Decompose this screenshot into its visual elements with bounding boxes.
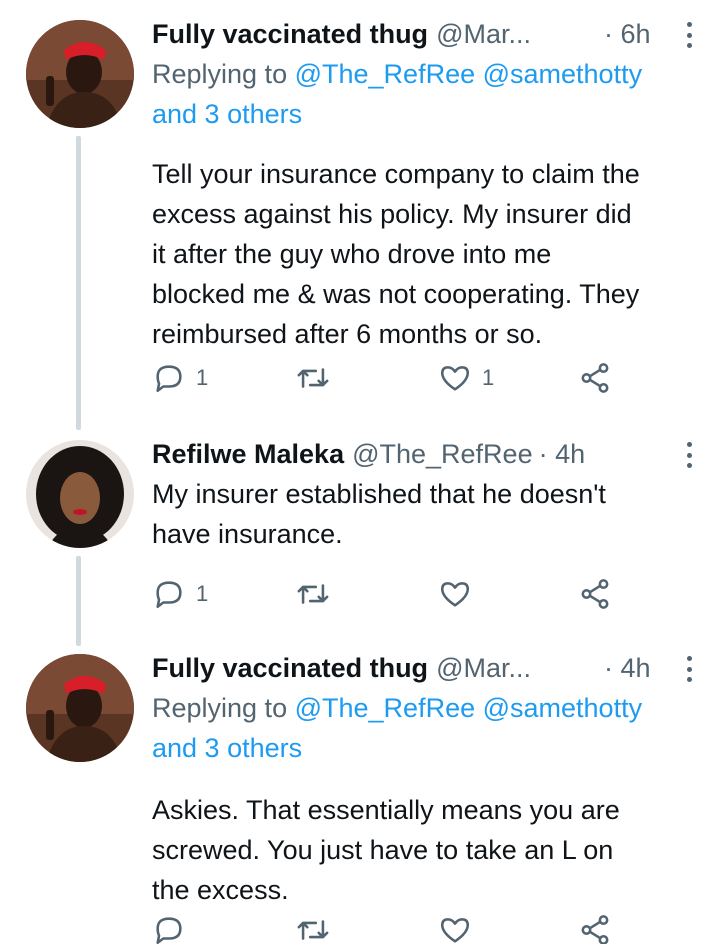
avatar[interactable] (26, 440, 134, 548)
tweet[interactable]: Fully vaccinated thug @Mar... · 6h Reply… (0, 0, 720, 430)
share-button[interactable] (578, 910, 612, 944)
retweet-icon (297, 584, 329, 604)
text-line: reimbursed after 6 months or so. (152, 319, 543, 349)
reply-icon (156, 917, 182, 944)
tweet-text: Tell your insurance company to claim the… (152, 154, 700, 354)
like-button[interactable]: 1 (438, 358, 494, 398)
heart-icon (440, 366, 470, 391)
tweet-header: Fully vaccinated thug @Mar... · 6h (152, 14, 700, 54)
others-link[interactable]: and 3 others (152, 733, 302, 763)
retweet-icon (297, 920, 329, 940)
replying-to-label: Replying to (152, 693, 288, 723)
text-line: blocked me & was not cooperating. They (152, 279, 640, 309)
timestamp[interactable]: · 6h (604, 14, 651, 54)
text-line: Tell your insurance company to claim the (152, 159, 640, 189)
share-icon (581, 915, 609, 944)
text-line: it after the guy who drove into me (152, 239, 552, 269)
replying-to: Replying to @The_RefRee @samethotty (152, 54, 700, 94)
text-line: Askies. That essentially means you are (152, 795, 620, 825)
mention-links[interactable]: @The_RefRee @samethotty (295, 59, 642, 89)
tweet-text: Askies. That essentially means you are s… (152, 790, 700, 910)
share-icon (581, 363, 609, 393)
avatar[interactable] (26, 20, 134, 128)
reply-button[interactable]: 1 (152, 574, 208, 614)
tweet[interactable]: Fully vaccinated thug @Mar... · 4h Reply… (0, 640, 720, 944)
avatar[interactable] (26, 654, 134, 762)
text-line: excess against his policy. My insurer di… (152, 199, 632, 229)
retweet-icon (297, 368, 329, 388)
reply-icon (156, 365, 182, 393)
tweet-header: Fully vaccinated thug @Mar... · 4h (152, 648, 700, 688)
text-line: the excess. (152, 875, 289, 905)
replying-to: Replying to @The_RefRee @samethotty (152, 688, 700, 728)
reply-count: 1 (196, 581, 209, 606)
reply-button[interactable] (152, 910, 196, 944)
reply-count: 1 (196, 365, 209, 390)
retweet-button[interactable] (296, 358, 340, 398)
like-count: 1 (482, 365, 495, 390)
conversation-thread: Fully vaccinated thug @Mar... · 6h Reply… (0, 0, 720, 944)
username[interactable]: @Mar... (436, 14, 531, 54)
mention-links[interactable]: @The_RefRee @samethotty (295, 693, 642, 723)
heart-icon (440, 918, 470, 943)
tweet-text: My insurer established that he doesn't h… (152, 474, 700, 554)
more-icon[interactable] (684, 442, 694, 468)
text-line: have insurance. (152, 519, 343, 549)
reply-button[interactable]: 1 (152, 358, 208, 398)
thread-connector (76, 556, 81, 646)
display-name[interactable]: Fully vaccinated thug (152, 14, 428, 54)
tweet-header: Refilwe Maleka @The_RefRee · 4h (152, 434, 700, 474)
like-button[interactable] (438, 910, 482, 944)
tweet-actions: 1 (152, 574, 632, 614)
more-icon[interactable] (684, 22, 694, 48)
username[interactable]: @Mar... (436, 648, 531, 688)
others-link[interactable]: and 3 others (152, 99, 302, 129)
reply-icon (156, 581, 182, 609)
like-button[interactable] (438, 574, 482, 614)
tweet[interactable]: Refilwe Maleka @The_RefRee · 4h My insur… (0, 430, 720, 646)
retweet-button[interactable] (296, 910, 340, 944)
heart-icon (440, 582, 470, 607)
share-button[interactable] (578, 574, 612, 614)
share-button[interactable] (578, 358, 612, 398)
more-icon[interactable] (684, 656, 694, 682)
text-line: My insurer established that he doesn't (152, 479, 606, 509)
retweet-button[interactable] (296, 574, 340, 614)
replying-to-label: Replying to (152, 59, 288, 89)
timestamp[interactable]: · 4h (604, 648, 651, 688)
tweet-actions: 1 1 (152, 358, 632, 398)
username[interactable]: @The_RefRee (352, 434, 533, 474)
text-line: screwed. You just have to take an L on (152, 835, 614, 865)
display-name[interactable]: Refilwe Maleka (152, 434, 344, 474)
timestamp[interactable]: · 4h (539, 434, 586, 474)
share-icon (581, 579, 609, 609)
thread-connector (76, 136, 81, 430)
tweet-actions (152, 910, 632, 944)
display-name[interactable]: Fully vaccinated thug (152, 648, 428, 688)
